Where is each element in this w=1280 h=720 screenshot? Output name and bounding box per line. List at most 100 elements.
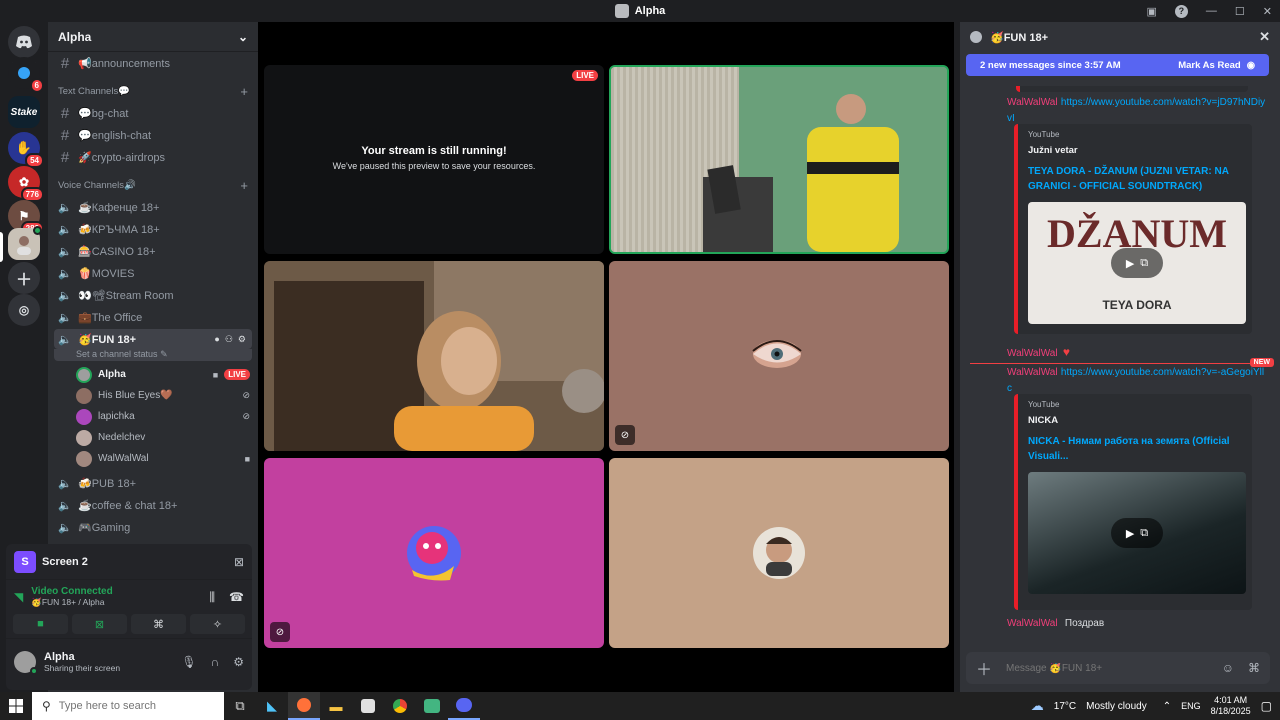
- video-tile[interactable]: [609, 458, 949, 648]
- channel-bg-chat[interactable]: # 💬bg-chat: [48, 102, 258, 124]
- chrome-icon[interactable]: [384, 692, 416, 720]
- headphones-icon[interactable]: ∩: [211, 655, 220, 669]
- category-text-channels[interactable]: Text Channels💬 +: [48, 80, 258, 102]
- gear-icon[interactable]: ⚙: [233, 655, 244, 669]
- message[interactable]: WalWalWal Поздрав: [1007, 615, 1269, 629]
- embed-title[interactable]: TEYA DORA - DŽANUM (JUZNI VETAR: NA GRAN…: [1028, 164, 1242, 194]
- help-icon[interactable]: ?: [1174, 4, 1188, 18]
- channel-status-prompt[interactable]: Set a channel status ✎: [54, 349, 252, 361]
- weather-desc[interactable]: Mostly cloudy: [1086, 701, 1147, 712]
- channel-announcements[interactable]: # 📢announcements: [48, 52, 258, 74]
- play-button[interactable]: ▶ ⧉: [1111, 248, 1163, 278]
- minimize-button[interactable]: —: [1206, 5, 1217, 17]
- video-tile[interactable]: [264, 261, 604, 451]
- add-channel-icon[interactable]: +: [240, 178, 248, 193]
- new-messages-bar[interactable]: 2 new messages since 3:57 AM Mark As Rea…: [966, 54, 1269, 76]
- message[interactable]: WalWalWal https://www.youtube.com/watch?…: [1007, 364, 1269, 396]
- message-input[interactable]: [1006, 662, 1208, 674]
- task-view-icon[interactable]: ⧉: [224, 692, 256, 720]
- voice-channel[interactable]: 🔈 👀📽Stream Room: [48, 284, 258, 306]
- video-tile[interactable]: ⊘: [264, 458, 604, 648]
- discover-icon[interactable]: ◎: [8, 294, 40, 326]
- mark-as-read-button[interactable]: Mark As Read: [1178, 60, 1240, 71]
- embed-thumbnail[interactable]: DŽANUM TEYA DORA ▶ ⧉: [1028, 202, 1246, 324]
- stop-share-icon[interactable]: ⊠: [234, 555, 244, 569]
- embed-thumbnail[interactable]: ▶ ⧉: [1028, 472, 1246, 594]
- message[interactable]: WalWalWal ♥: [1007, 345, 1269, 359]
- voice-user[interactable]: Nedelchev: [48, 427, 258, 448]
- weather-temp[interactable]: 17°C: [1054, 701, 1076, 712]
- voice-user[interactable]: Alpha ■ LIVE: [48, 364, 258, 385]
- message-author[interactable]: WalWalWal: [1007, 348, 1058, 359]
- avatar[interactable]: [14, 650, 38, 675]
- chat-bubble-icon[interactable]: ●: [214, 334, 219, 345]
- message-author[interactable]: WalWalWal: [1007, 618, 1058, 629]
- voice-channel[interactable]: 🔈 ☕Кафенце 18+: [48, 196, 258, 218]
- firefox-icon[interactable]: [288, 692, 320, 720]
- voice-channel[interactable]: 🔈 🎮Gaming: [48, 516, 258, 538]
- camera-button[interactable]: ■: [13, 614, 68, 634]
- screen-share-button[interactable]: ⊠: [72, 614, 127, 634]
- close-window-button[interactable]: ✕: [1263, 5, 1272, 18]
- inbox-icon[interactable]: ▣: [1147, 5, 1157, 18]
- add-attachment-icon[interactable]: ＋: [976, 656, 992, 680]
- message-author[interactable]: WalWalWal: [1007, 97, 1058, 108]
- server-icon[interactable]: ✿ 776: [8, 166, 44, 202]
- voice-user[interactable]: His Blue Eyes🤎 ⊘: [48, 385, 258, 406]
- disconnect-icon[interactable]: ☎: [229, 590, 244, 605]
- voice-channel[interactable]: 🔈 🍿MOVIES: [48, 262, 258, 284]
- file-explorer-icon[interactable]: ▬: [320, 692, 352, 720]
- taskbar-search[interactable]: ⚲: [32, 692, 224, 720]
- gear-icon[interactable]: ⚙: [238, 334, 246, 345]
- voice-channel[interactable]: 🔈 🍻КРЪЧМА 18+: [48, 218, 258, 240]
- alpha-server-icon[interactable]: [8, 226, 42, 260]
- embed-author[interactable]: Južni vetar: [1028, 145, 1242, 156]
- add-channel-icon[interactable]: +: [240, 84, 248, 99]
- screen-share-preview[interactable]: S Screen 2 ⊠: [6, 544, 252, 580]
- notification-icon[interactable]: ▢: [1261, 699, 1272, 713]
- voice-channel[interactable]: 🔈 🎰CASINO 18+: [48, 240, 258, 262]
- add-server-button[interactable]: ＋: [8, 262, 40, 294]
- emoji-icon[interactable]: ☺: [1222, 661, 1234, 675]
- server-icon[interactable]: 6: [8, 57, 44, 93]
- gamepad-icon[interactable]: ⌘: [1248, 661, 1260, 675]
- voice-user[interactable]: WalWalWal ■: [48, 448, 258, 469]
- app-icon[interactable]: [416, 692, 448, 720]
- video-tile-speaking[interactable]: [609, 65, 949, 254]
- embed-author[interactable]: NICKA: [1028, 415, 1242, 426]
- language-indicator[interactable]: ENG: [1181, 701, 1201, 711]
- chevron-up-icon[interactable]: ⌃: [1163, 701, 1171, 712]
- search-input[interactable]: [58, 700, 209, 712]
- windows-start-icon[interactable]: [0, 692, 32, 720]
- soundboard-button[interactable]: ✧: [190, 614, 245, 634]
- channel-english-chat[interactable]: # 💬english-chat: [48, 124, 258, 146]
- media-player-icon[interactable]: [352, 692, 384, 720]
- guild-header[interactable]: Alpha ⌄: [48, 22, 258, 52]
- noise-suppression-icon[interactable]: ⫼: [210, 590, 216, 605]
- play-button[interactable]: ▶ ⧉: [1111, 518, 1163, 548]
- activity-button[interactable]: ⌘: [131, 614, 186, 634]
- voice-channel-active[interactable]: 🔈 🥳FUN 18+ ● ⚇ ⚙: [54, 329, 252, 349]
- voice-channel[interactable]: 🔈 💼The Office: [48, 306, 258, 328]
- message[interactable]: WalWalWal https://www.youtube.com/watch?…: [1007, 94, 1269, 126]
- voice-channel[interactable]: 🔈 ☕coffee & chat 18+: [48, 494, 258, 516]
- video-tile[interactable]: ⊘: [609, 261, 949, 451]
- microphone-icon[interactable]: 🎙: [181, 655, 196, 669]
- connection-location[interactable]: 🥳FUN 18+ / Alpha: [31, 597, 113, 608]
- close-icon[interactable]: ✕: [1259, 29, 1270, 45]
- embed-title[interactable]: NICKA - Нямам работа на земята (Official…: [1028, 434, 1242, 464]
- maximize-button[interactable]: ☐: [1235, 5, 1245, 18]
- paused-stream-tile[interactable]: LIVE Your stream is still running! We've…: [264, 65, 604, 254]
- channel-crypto-airdrops[interactable]: # 🚀crypto-airdrops: [48, 146, 258, 168]
- category-voice-channels[interactable]: Voice Channels🔊 +: [48, 174, 258, 196]
- clock[interactable]: 4:01 AM 8/18/2025: [1211, 695, 1251, 717]
- voice-user[interactable]: lapichka ⊘: [48, 406, 258, 427]
- discord-home-icon[interactable]: [8, 26, 40, 58]
- server-icon[interactable]: ✋ 54: [8, 132, 44, 168]
- message-author[interactable]: WalWalWal: [1007, 367, 1058, 378]
- app-icon[interactable]: ◣: [256, 692, 288, 720]
- stake-server-icon[interactable]: Stake: [8, 96, 40, 128]
- voice-channel[interactable]: 🔈 🍻PUB 18+: [48, 472, 258, 494]
- discord-icon[interactable]: [448, 692, 480, 720]
- invite-icon[interactable]: ⚇: [225, 334, 233, 345]
